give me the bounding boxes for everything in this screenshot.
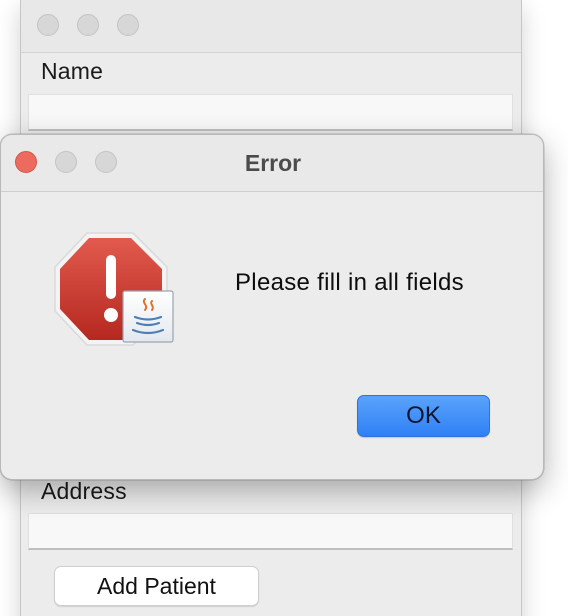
screen: Name Address Add Patient Error Please fi…: [0, 0, 568, 616]
name-field[interactable]: [28, 94, 513, 131]
dialog-titlebar: Error: [1, 135, 543, 192]
dialog-close-button[interactable]: [15, 151, 37, 173]
java-app-icon: [122, 290, 174, 343]
close-button[interactable]: [37, 14, 59, 36]
ok-button[interactable]: OK: [357, 395, 490, 437]
address-field[interactable]: [28, 513, 513, 550]
add-patient-button[interactable]: Add Patient: [54, 566, 259, 606]
error-message: Please fill in all fields: [235, 269, 464, 296]
error-dialog: Error Please fill in all fields OK: [0, 134, 544, 480]
dialog-title: Error: [244, 150, 302, 176]
dialog-minimize-button[interactable]: [55, 151, 77, 173]
name-label: Name: [41, 58, 104, 84]
window-titlebar: [21, 0, 521, 53]
dialog-zoom-button[interactable]: [95, 151, 117, 173]
address-label: Address: [41, 478, 127, 504]
minimize-button[interactable]: [77, 14, 99, 36]
error-stop-sign-icon: [53, 231, 177, 351]
zoom-button[interactable]: [117, 14, 139, 36]
